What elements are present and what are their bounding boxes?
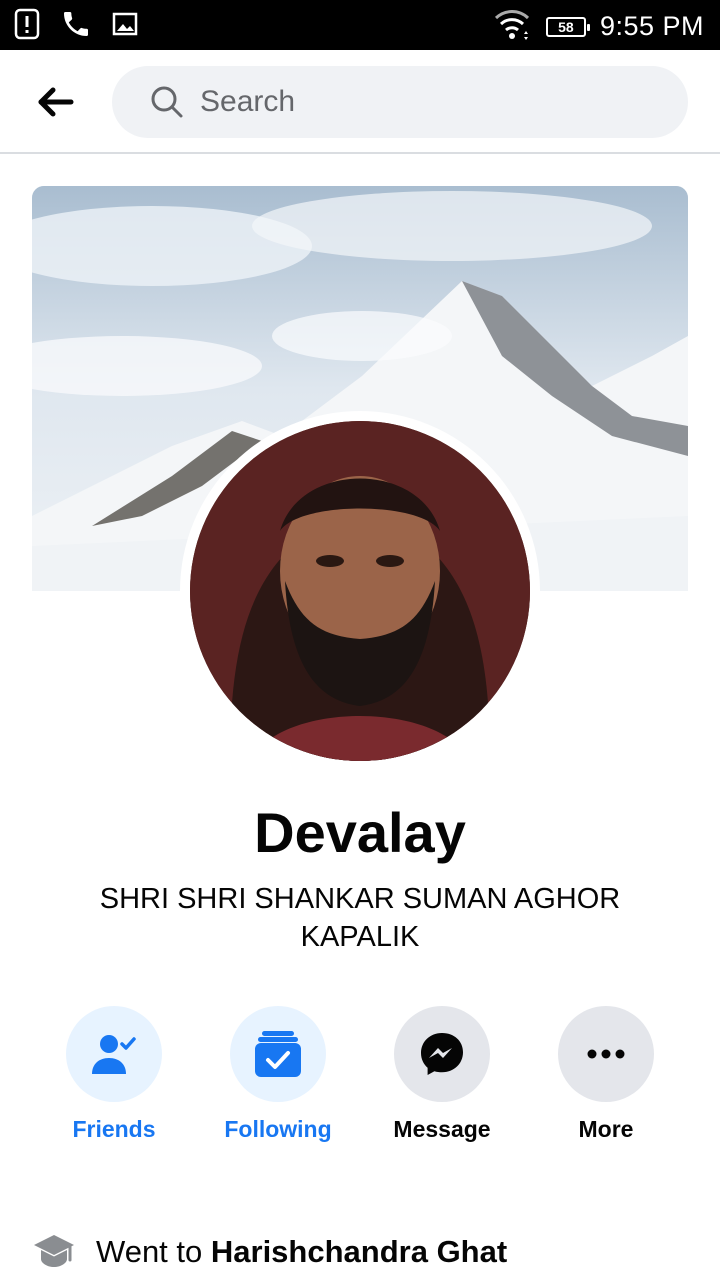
status-bar: 58 9:55 PM [0, 0, 720, 50]
avatar[interactable] [190, 421, 530, 761]
friends-button-circle [66, 1006, 162, 1102]
alert-icon [14, 8, 40, 45]
more-button[interactable]: More [526, 1006, 686, 1143]
profile-subtitle: SHRI SHRI SHANKAR SUMAN AGHOR KAPALIK [99, 883, 621, 953]
message-button[interactable]: Message [362, 1006, 522, 1143]
graduation-cap-icon [34, 1235, 74, 1267]
battery-icon: 58 [545, 16, 590, 37]
friends-label: Friends [72, 1116, 156, 1142]
status-bar-notifications [14, 8, 138, 45]
friends-button[interactable]: Friends [34, 1006, 194, 1143]
messenger-icon [421, 1033, 463, 1075]
search-placeholder: Search [200, 85, 296, 118]
more-label: More [578, 1116, 634, 1142]
intro-education[interactable]: Went to Harishchandra Ghat [32, 1226, 692, 1278]
search-icon [151, 86, 183, 118]
search-input[interactable]: Search [112, 66, 688, 138]
following-icon [255, 1031, 301, 1077]
status-bar-system: 58 9:55 PM [492, 6, 704, 47]
back-button[interactable] [30, 82, 82, 122]
wifi-icon [492, 6, 532, 47]
back-arrow-icon [38, 87, 74, 117]
following-button[interactable]: Following [198, 1006, 358, 1143]
message-button-circle [394, 1006, 490, 1102]
profile-name: Devalay [254, 801, 466, 864]
more-icon [587, 1049, 625, 1059]
phone-icon [60, 8, 92, 45]
avatar-portrait-image [190, 421, 530, 761]
profile-actions: Friends Following Message More [0, 1006, 720, 1156]
following-button-circle [230, 1006, 326, 1102]
friends-icon [92, 1035, 136, 1074]
intro-prefix: Went to [96, 1234, 211, 1269]
intro-place[interactable]: Harishchandra Ghat [211, 1234, 507, 1269]
more-button-circle [558, 1006, 654, 1102]
message-label: Message [393, 1116, 491, 1142]
top-bar: Search [0, 50, 720, 154]
intro-education-text: Went to Harishchandra Ghat [96, 1234, 507, 1270]
status-time: 9:55 PM [599, 11, 704, 41]
following-label: Following [224, 1116, 332, 1142]
image-icon [112, 11, 138, 42]
